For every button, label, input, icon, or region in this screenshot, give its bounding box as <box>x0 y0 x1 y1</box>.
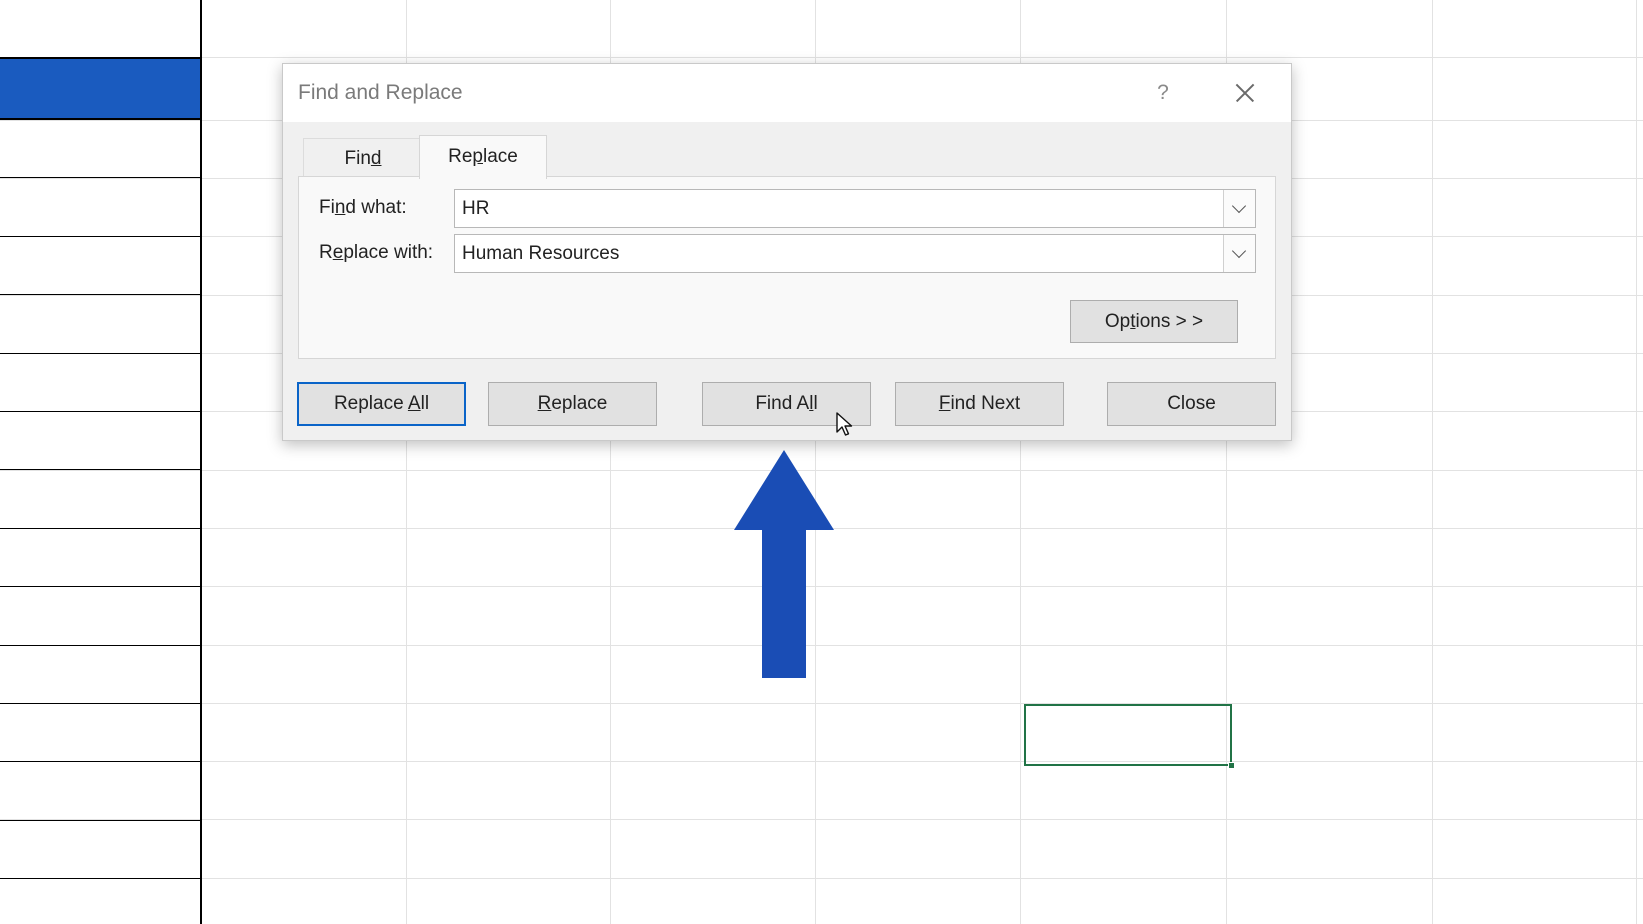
table-cell[interactable] <box>0 528 202 588</box>
replace-with-dropdown-button[interactable] <box>1223 235 1255 272</box>
button-label: ind Next <box>950 393 1021 414</box>
button-label: Op <box>1104 311 1131 332</box>
table-cell[interactable] <box>0 470 202 529</box>
find-what-value: HR <box>462 198 490 219</box>
selected-cell[interactable] <box>1024 704 1235 769</box>
bordered-column <box>0 57 202 880</box>
help-button[interactable]: ? <box>1143 76 1183 110</box>
tab-label: Re <box>448 146 473 167</box>
table-cell[interactable] <box>0 762 202 821</box>
button-label: Close <box>1167 393 1216 414</box>
mnemonic-letter: A <box>407 393 421 414</box>
label-text: R <box>319 242 333 263</box>
gridline <box>0 819 1643 820</box>
gridline <box>0 57 1643 58</box>
table-cell[interactable] <box>0 236 202 296</box>
replace-button[interactable]: Replace <box>488 382 657 426</box>
find-replace-dialog: Find and Replace ? Find Replace Find wha… <box>282 63 1292 441</box>
replace-with-value: Human Resources <box>462 243 620 264</box>
mnemonic-letter: p <box>472 146 483 167</box>
label-text: d what: <box>345 197 407 218</box>
replace-with-label: Replace with: <box>319 242 433 264</box>
table-cell[interactable] <box>0 120 202 179</box>
button-label: ll <box>420 393 430 414</box>
find-what-label: Find what: <box>319 197 407 219</box>
mnemonic-letter: n <box>334 197 346 218</box>
header-cell[interactable] <box>0 57 202 120</box>
button-label: l <box>813 393 818 414</box>
tab-find[interactable]: Find <box>303 138 423 177</box>
mouse-pointer-icon <box>836 412 853 436</box>
table-cell[interactable] <box>0 587 202 646</box>
close-icon[interactable] <box>1223 76 1263 110</box>
tab-label: Fin <box>344 148 371 169</box>
find-what-dropdown-button[interactable] <box>1223 190 1255 227</box>
replace-with-input[interactable]: Human Resources <box>454 234 1256 273</box>
find-next-button[interactable]: Find Next <box>895 382 1064 426</box>
options-button[interactable]: Options > > <box>1070 300 1238 343</box>
mnemonic-letter: e <box>332 242 344 263</box>
gridline <box>1636 0 1637 924</box>
gridline <box>0 761 1643 762</box>
table-cell[interactable] <box>0 353 202 412</box>
table-cell[interactable] <box>0 178 202 237</box>
mnemonic-letter: F <box>938 393 951 414</box>
button-label: Find A <box>755 393 810 414</box>
button-label: ions > > <box>1135 311 1204 332</box>
replace-all-button[interactable]: Replace All <box>297 382 466 426</box>
label-text: Fi <box>319 197 335 218</box>
mnemonic-letter: R <box>537 393 552 414</box>
up-arrow-icon <box>734 450 834 678</box>
table-cell[interactable] <box>0 411 202 471</box>
button-label: eplace <box>551 393 608 414</box>
dialog-title: Find and Replace <box>298 81 463 104</box>
tab-label: lace <box>483 146 518 167</box>
replace-tab-panel: Find what: HR Replace with: Human Resour… <box>298 176 1276 359</box>
label-text: place with: <box>343 242 434 263</box>
chevron-down-icon <box>1231 243 1247 259</box>
mnemonic-letter: d <box>370 148 382 169</box>
find-what-input[interactable]: HR <box>454 189 1256 228</box>
tab-replace[interactable]: Replace <box>419 135 547 179</box>
button-label: Replace <box>333 393 408 414</box>
dialog-titlebar: Find and Replace ? <box>283 64 1291 122</box>
fill-handle[interactable] <box>1228 762 1235 769</box>
gridline <box>0 703 1643 704</box>
table-cell[interactable] <box>0 820 202 880</box>
gridline <box>0 878 1643 879</box>
chevron-down-icon <box>1231 198 1247 214</box>
table-cell[interactable] <box>0 645 202 704</box>
gridline <box>1432 0 1433 924</box>
close-button[interactable]: Close <box>1107 382 1276 426</box>
table-cell[interactable] <box>0 295 202 354</box>
table-cell[interactable] <box>0 703 202 763</box>
